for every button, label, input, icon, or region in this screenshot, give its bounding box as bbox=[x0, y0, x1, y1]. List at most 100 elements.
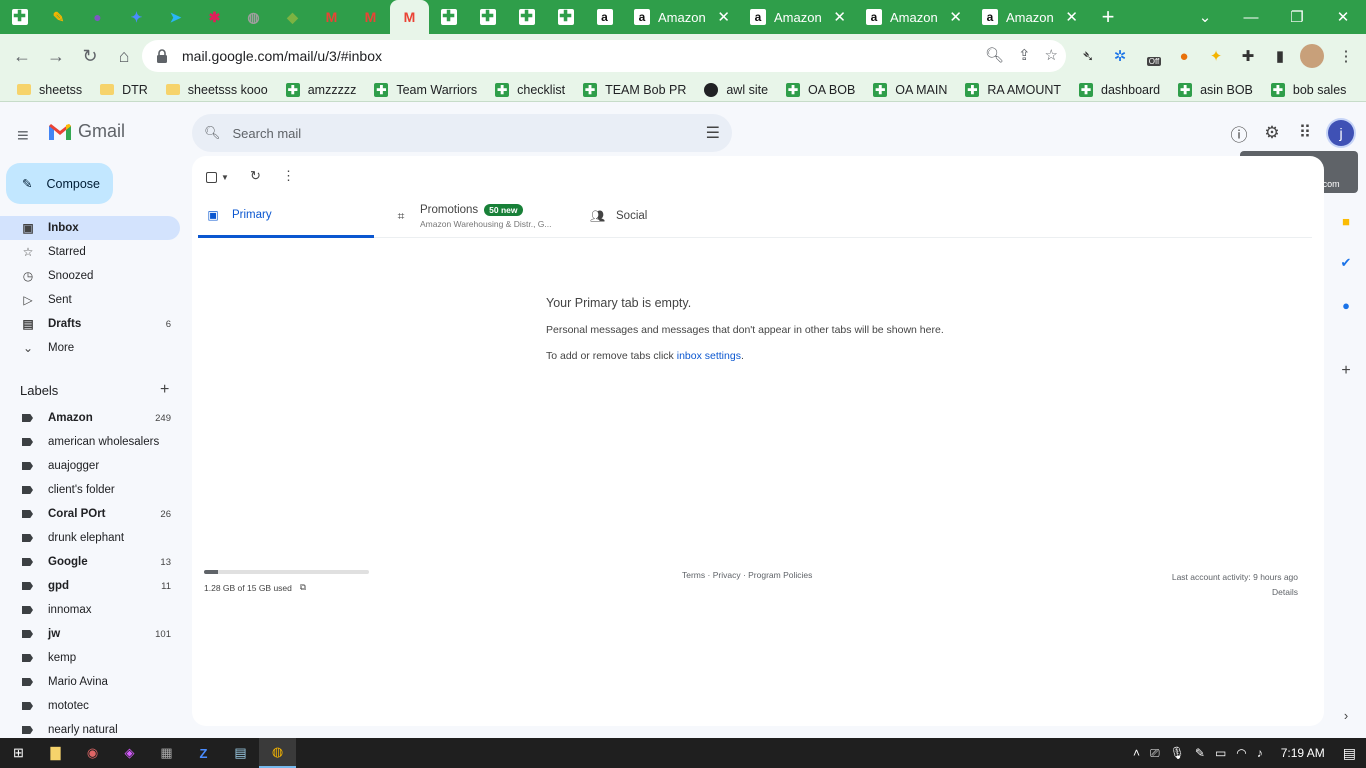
browser-tab-17[interactable]: a Amazon ✕ bbox=[624, 0, 740, 34]
restore-button[interactable]: ❐ bbox=[1274, 0, 1320, 34]
extension-circle-icon[interactable]: ● bbox=[1172, 44, 1196, 68]
zoom-app-icon[interactable]: Z bbox=[185, 738, 222, 768]
nav-item-more[interactable]: ⌄ More bbox=[0, 336, 180, 360]
bookmark-item[interactable]: sheetss bbox=[8, 78, 91, 102]
details-link[interactable]: Details bbox=[1172, 585, 1298, 600]
start-icon[interactable]: ⊞ bbox=[0, 738, 37, 768]
file-explorer-icon[interactable]: ▇ bbox=[37, 738, 74, 768]
new-tab-button[interactable]: + bbox=[1088, 4, 1128, 30]
bookmark-item[interactable]: ✚ RA AMOUNT bbox=[956, 78, 1070, 102]
label-item[interactable]: american wholesalers bbox=[0, 430, 180, 454]
nav-item-inbox[interactable]: ▣ Inbox bbox=[0, 216, 180, 240]
battery-icon[interactable]: ▭ bbox=[1215, 746, 1226, 760]
bookmark-item[interactable]: ✚ OA BOB bbox=[777, 78, 864, 102]
reload-button[interactable]: ↻ bbox=[74, 40, 106, 72]
minimize-button[interactable]: — bbox=[1228, 0, 1274, 34]
gmail-logo[interactable]: Gmail bbox=[48, 121, 125, 142]
address-bar[interactable]: mail.google.com/mail/u/3/#inbox 🔍︎ ⇪ ☆ bbox=[142, 40, 1066, 72]
label-item[interactable]: Mario Avina bbox=[0, 670, 180, 694]
tasks-icon[interactable]: ✔ bbox=[1338, 255, 1354, 271]
browser-tab-10[interactable]: M bbox=[351, 0, 390, 34]
wifi-icon[interactable]: ◠ bbox=[1236, 746, 1246, 760]
bookmark-item[interactable]: ✚ asin BOB bbox=[1169, 78, 1262, 102]
main-menu-icon[interactable]: ≡ bbox=[17, 125, 29, 148]
tray-camera-icon[interactable]: ⎚ bbox=[1150, 746, 1160, 761]
wps-icon[interactable]: ◈ bbox=[111, 738, 148, 768]
chrome-icon[interactable]: ◍ bbox=[259, 738, 296, 768]
label-item[interactable]: Coral POrt 26 bbox=[0, 502, 180, 526]
tray-mic-icon[interactable]: 🎙︎ bbox=[1170, 746, 1185, 760]
browser-tab-2[interactable]: ✎ bbox=[39, 0, 78, 34]
clock-time[interactable]: 7:19 AM bbox=[1273, 746, 1333, 760]
browser-tab-4[interactable]: ✦ bbox=[117, 0, 156, 34]
bookmark-item[interactable]: ✚ bob sales bbox=[1262, 78, 1356, 102]
browser-tab-6[interactable]: ✱ bbox=[195, 0, 234, 34]
browser-tab-7[interactable]: ◍ bbox=[234, 0, 273, 34]
close-tab-icon[interactable]: ✕ bbox=[833, 8, 846, 26]
bookmark-item[interactable]: DTR bbox=[91, 78, 157, 102]
extension-arrow-icon[interactable]: ➴ bbox=[1076, 44, 1100, 68]
terms-link[interactable]: Terms bbox=[682, 570, 705, 580]
extensions-puzzle-icon[interactable]: ✚ bbox=[1236, 44, 1260, 68]
notifications-icon[interactable]: ▤ bbox=[1343, 745, 1356, 762]
browser-tab-12[interactable]: ✚ bbox=[429, 0, 468, 34]
bookmark-item[interactable]: ✚ OA MAIN bbox=[864, 78, 956, 102]
search-options-icon[interactable]: ☰ bbox=[706, 123, 720, 143]
app-icon[interactable]: ◉ bbox=[74, 738, 111, 768]
extension-off-icon[interactable]: Off bbox=[1142, 44, 1166, 68]
browser-menu-icon[interactable]: ⋮ bbox=[1334, 44, 1358, 68]
refresh-icon[interactable]: ↻ bbox=[250, 168, 261, 184]
bookmark-item[interactable]: ✚ dashboard bbox=[1070, 78, 1169, 102]
tray-chevron-icon[interactable]: ˄ bbox=[1133, 746, 1140, 760]
close-tab-icon[interactable]: ✕ bbox=[949, 8, 962, 26]
apps-grid-icon[interactable]: ⠿ bbox=[1295, 123, 1315, 143]
label-item[interactable]: kemp bbox=[0, 646, 180, 670]
label-item[interactable]: Amazon 249 bbox=[0, 406, 180, 430]
back-button[interactable]: ← bbox=[6, 40, 38, 72]
label-item[interactable]: auajogger bbox=[0, 454, 180, 478]
bookmark-item[interactable]: ✚ amzzzzz bbox=[277, 78, 366, 102]
select-all-checkbox[interactable]: ▼ bbox=[206, 172, 229, 183]
browser-tab-9[interactable]: M bbox=[312, 0, 351, 34]
share-icon[interactable]: ⇪ bbox=[1018, 46, 1031, 64]
search-input[interactable]: Search mail bbox=[233, 126, 302, 141]
browser-tab-3[interactable]: ● bbox=[78, 0, 117, 34]
add-addon-icon[interactable]: + bbox=[1338, 362, 1354, 379]
account-avatar[interactable]: j bbox=[1328, 120, 1354, 146]
contacts-icon[interactable]: ● bbox=[1338, 297, 1354, 313]
bookmark-item[interactable]: sheetsss kooo bbox=[157, 78, 277, 102]
label-item[interactable]: gpd 11 bbox=[0, 574, 180, 598]
browser-tab-19[interactable]: a Amazon ✕ bbox=[856, 0, 972, 34]
inbox-settings-link[interactable]: inbox settings bbox=[677, 350, 741, 362]
browser-tab-14[interactable]: ✚ bbox=[507, 0, 546, 34]
nav-item-starred[interactable]: ☆ Starred bbox=[0, 240, 180, 264]
bookmark-item[interactable]: ✚ Team Warriors bbox=[365, 78, 486, 102]
nav-item-sent[interactable]: ▷ Sent bbox=[0, 288, 180, 312]
notepad-icon[interactable]: ▤ bbox=[222, 738, 259, 768]
add-label-icon[interactable]: + bbox=[160, 381, 169, 399]
side-panel-icon[interactable]: ▮ bbox=[1268, 44, 1292, 68]
bookmark-item[interactable]: ✚ checklist bbox=[486, 78, 574, 102]
open-external-icon[interactable]: ⧉ bbox=[300, 582, 306, 593]
search-bar[interactable]: 🔍︎ Search mail ☰ bbox=[192, 114, 732, 152]
zoom-icon[interactable]: 🔍︎ bbox=[985, 46, 1004, 64]
label-item[interactable]: Google 13 bbox=[0, 550, 180, 574]
extension-star-icon[interactable]: ✦ bbox=[1204, 44, 1228, 68]
volume-icon[interactable]: ♪ bbox=[1257, 746, 1263, 760]
browser-tab-18[interactable]: a Amazon ✕ bbox=[740, 0, 856, 34]
calculator-icon[interactable]: ▦ bbox=[148, 738, 185, 768]
browser-tab-5[interactable]: ➤ bbox=[156, 0, 195, 34]
search-icon[interactable]: 🔍︎ bbox=[204, 125, 221, 141]
browser-tab-13[interactable]: ✚ bbox=[468, 0, 507, 34]
help-icon[interactable]: ⓘ bbox=[1229, 123, 1249, 145]
browser-tab-15[interactable]: ✚ bbox=[546, 0, 585, 34]
close-tab-icon[interactable]: ✕ bbox=[717, 8, 730, 26]
extension-gear-icon[interactable]: ✲ bbox=[1108, 44, 1132, 68]
close-window-button[interactable]: ✕ bbox=[1320, 0, 1366, 34]
close-tab-icon[interactable]: ✕ bbox=[1065, 8, 1078, 26]
label-item[interactable]: innomax bbox=[0, 598, 180, 622]
label-item[interactable]: mototec bbox=[0, 694, 180, 718]
browser-tab-20[interactable]: a Amazon ✕ bbox=[972, 0, 1088, 34]
bookmark-item[interactable]: awl site bbox=[695, 78, 777, 102]
bookmark-item[interactable]: ✚ TEAM Bob PR bbox=[574, 78, 695, 102]
